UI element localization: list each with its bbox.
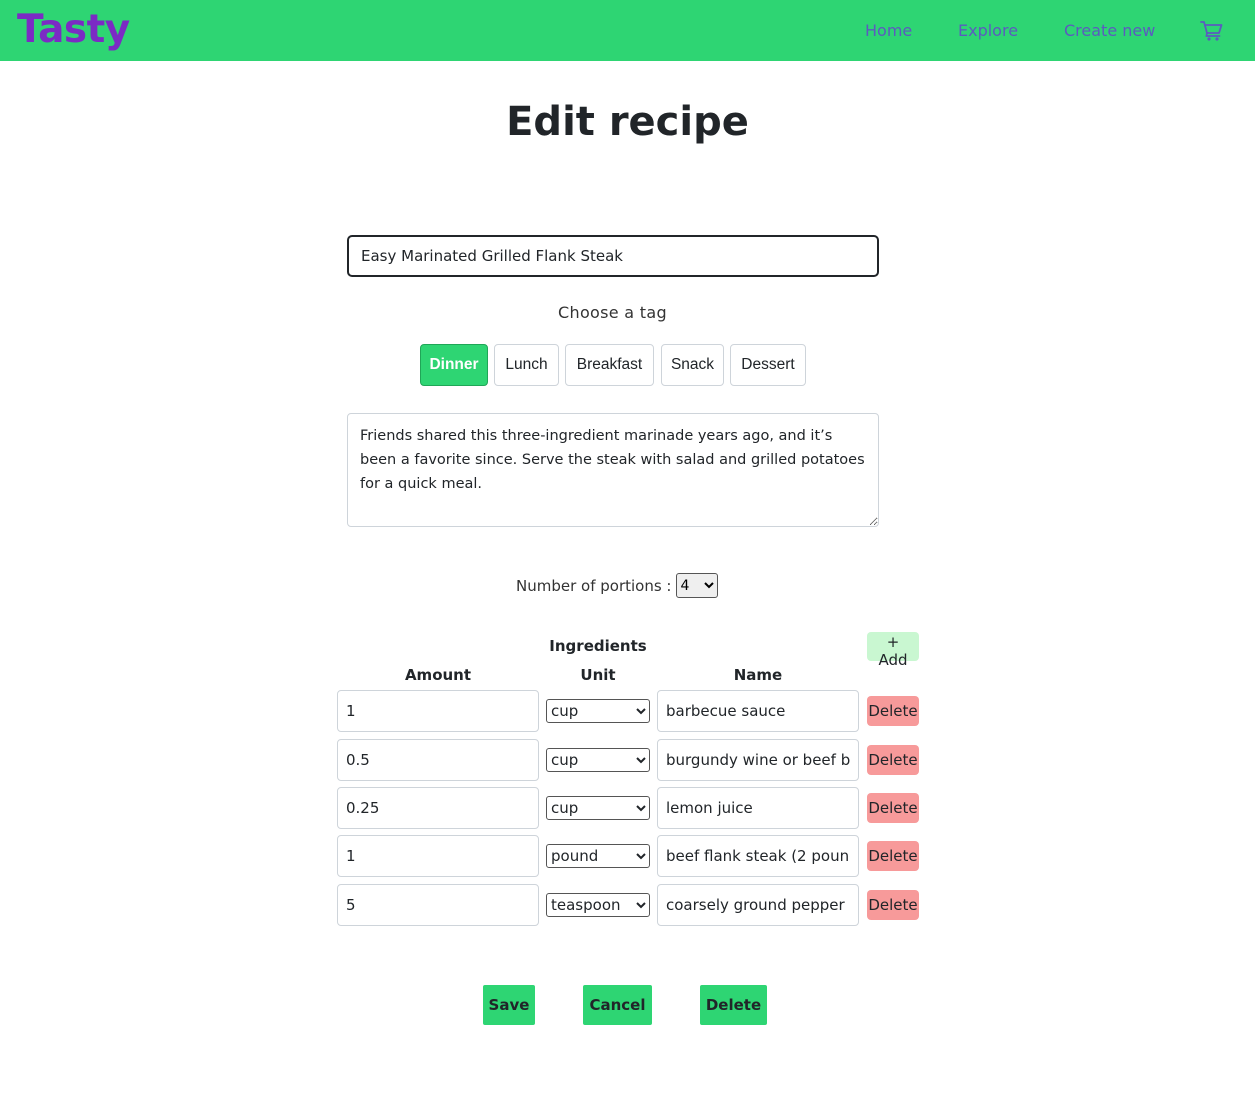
- amount-header: Amount: [404, 666, 472, 684]
- delete-recipe-button[interactable]: Delete: [700, 985, 767, 1025]
- name-input[interactable]: [657, 884, 859, 926]
- portions-select[interactable]: 4: [675, 573, 718, 598]
- delete-ingredient-button[interactable]: Delete: [867, 696, 919, 726]
- description-textarea[interactable]: Friends shared this three-ingredient mar…: [347, 413, 879, 527]
- portions-label: Number of portions :: [516, 576, 672, 595]
- tag-dessert[interactable]: Dessert: [730, 344, 806, 386]
- recipe-title-input[interactable]: [347, 235, 879, 277]
- ingredient-row: cup Delete: [337, 739, 927, 781]
- logo[interactable]: Tasty: [17, 7, 130, 52]
- unit-select[interactable]: teaspoon: [546, 893, 650, 917]
- unit-select[interactable]: pound: [546, 844, 650, 868]
- ingredient-row: teaspoon Delete: [337, 884, 927, 926]
- tag-lunch[interactable]: Lunch: [494, 344, 559, 386]
- ingredient-row: cup Delete: [337, 787, 927, 829]
- name-header: Name: [733, 666, 783, 684]
- ingredient-row: cup Delete: [337, 690, 927, 732]
- amount-input[interactable]: [337, 787, 539, 829]
- nav-link-create-new[interactable]: Create new: [1064, 21, 1155, 40]
- name-input[interactable]: [657, 835, 859, 877]
- page-title: Edit recipe: [506, 99, 749, 145]
- tag-snack[interactable]: Snack: [661, 344, 724, 386]
- delete-ingredient-button[interactable]: Delete: [867, 745, 919, 775]
- cart-icon[interactable]: [1200, 20, 1224, 42]
- name-input[interactable]: [657, 690, 859, 732]
- name-input[interactable]: [657, 739, 859, 781]
- amount-input[interactable]: [337, 739, 539, 781]
- ingredients-title: Ingredients: [549, 637, 647, 655]
- portions-row: Number of portions : 4: [516, 573, 718, 598]
- nav-link-home[interactable]: Home: [865, 21, 912, 40]
- ingredient-row: pound Delete: [337, 835, 927, 877]
- name-input[interactable]: [657, 787, 859, 829]
- navbar: Tasty Home Explore Create new: [0, 0, 1255, 61]
- unit-select[interactable]: cup: [546, 796, 650, 820]
- add-ingredient-button[interactable]: + Add: [867, 632, 919, 669]
- unit-header: Unit: [580, 666, 616, 684]
- delete-ingredient-button[interactable]: Delete: [867, 890, 919, 920]
- amount-input[interactable]: [337, 835, 539, 877]
- amount-input[interactable]: [337, 690, 539, 732]
- nav-link-explore[interactable]: Explore: [958, 21, 1018, 40]
- tag-prompt: Choose a tag: [558, 303, 667, 322]
- unit-select[interactable]: cup: [546, 699, 650, 723]
- tag-breakfast[interactable]: Breakfast: [565, 344, 654, 386]
- unit-select[interactable]: cup: [546, 748, 650, 772]
- tag-dinner[interactable]: Dinner: [420, 344, 488, 386]
- delete-ingredient-button[interactable]: Delete: [867, 793, 919, 823]
- save-button[interactable]: Save: [483, 985, 535, 1025]
- cancel-button[interactable]: Cancel: [583, 985, 652, 1025]
- delete-ingredient-button[interactable]: Delete: [867, 841, 919, 871]
- amount-input[interactable]: [337, 884, 539, 926]
